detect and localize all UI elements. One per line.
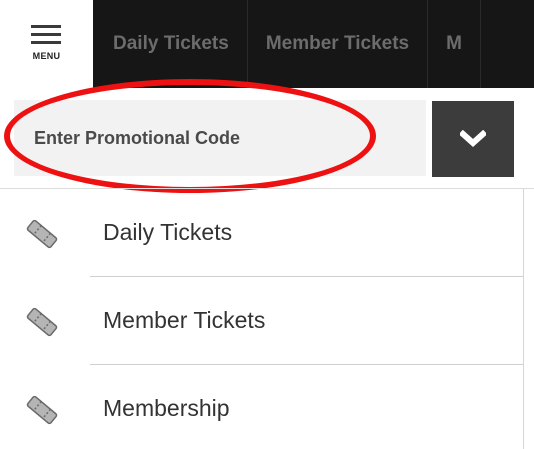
ticket-menu-list: Daily Tickets Member Tickets Membership (0, 189, 524, 449)
list-item-label: Daily Tickets (103, 219, 233, 245)
promo-expand-button[interactable] (432, 101, 514, 177)
list-item-membership[interactable]: Membership (0, 365, 524, 449)
ticket-tabs: Daily Tickets Member Tickets M (93, 0, 534, 88)
tab-membership[interactable]: M (428, 0, 481, 88)
list-item-daily-tickets[interactable]: Daily Tickets (0, 189, 524, 277)
list-item-label: Membership (103, 395, 230, 421)
hamburger-icon (31, 25, 61, 49)
chevron-down-icon (460, 130, 486, 148)
tab-daily-tickets[interactable]: Daily Tickets (93, 0, 248, 88)
ticket-icon (26, 219, 58, 249)
list-item-member-tickets[interactable]: Member Tickets (0, 277, 524, 365)
ticket-icon (26, 395, 58, 425)
promo-code-input[interactable] (14, 100, 426, 176)
panel-edge (523, 189, 524, 449)
list-item-label: Member Tickets (103, 307, 266, 333)
tab-member-tickets[interactable]: Member Tickets (248, 0, 429, 88)
menu-button[interactable]: MENU (0, 0, 93, 88)
ticket-icon (26, 307, 58, 337)
menu-label: MENU (32, 51, 61, 61)
top-bar: MENU Daily Tickets Member Tickets M (0, 0, 534, 88)
